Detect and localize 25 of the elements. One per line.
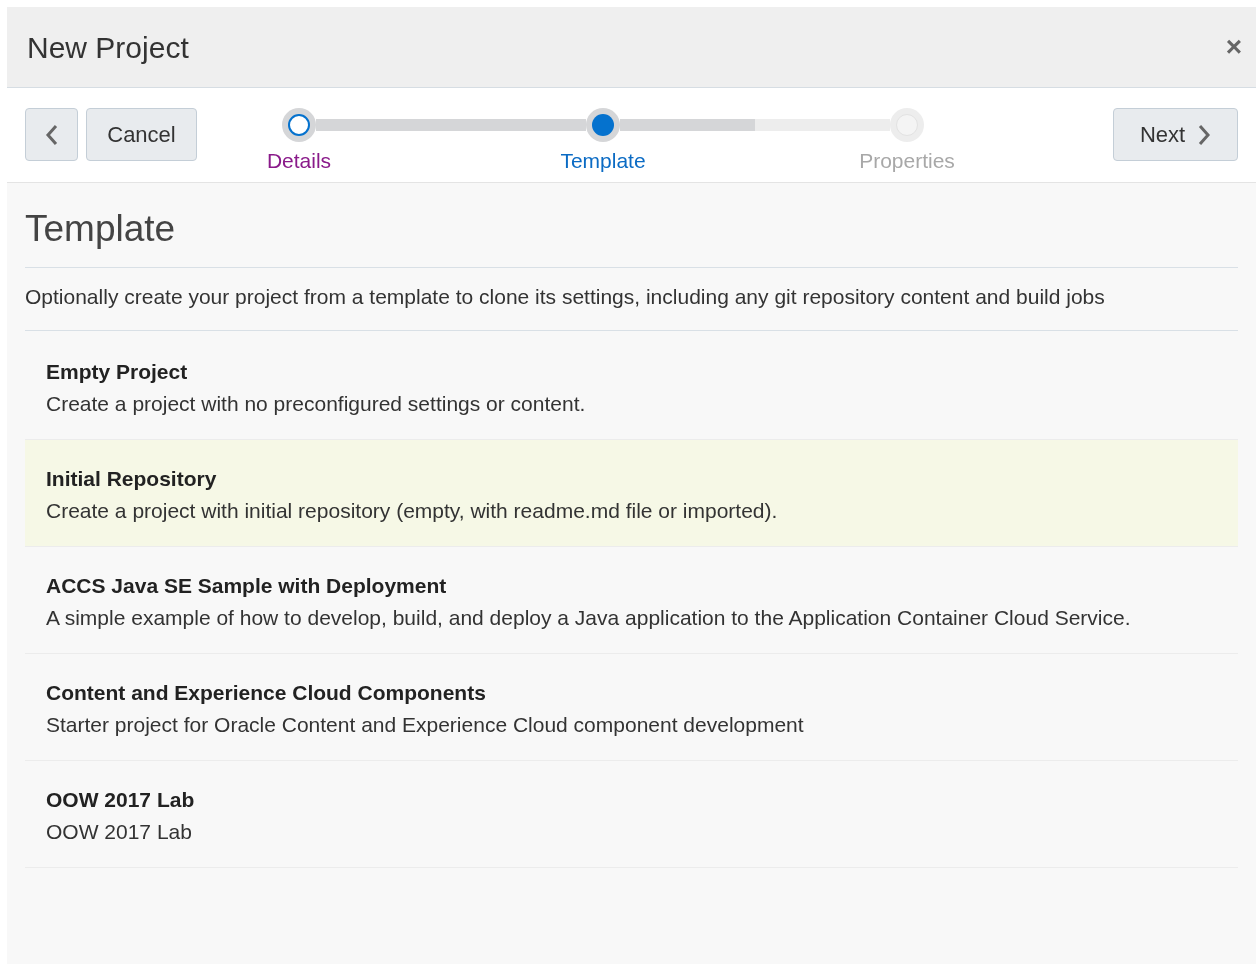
cancel-button[interactable]: Cancel bbox=[86, 108, 197, 161]
section-heading: Template bbox=[25, 201, 1238, 268]
template-name: Empty Project bbox=[46, 358, 189, 385]
template-description: Create a project with no preconfigured settings or content. bbox=[46, 390, 587, 417]
template-item[interactable]: Initial Repository Create a project with initial repository (empty, with readme.md file or imported). bbox=[25, 439, 1238, 547]
template-name: Content and Experience Cloud Components bbox=[46, 679, 487, 706]
step-marker-ring[interactable] bbox=[586, 108, 620, 142]
template-description: A simple example of how to develop, build, and deploy a Java application to the Application Container Cloud Service. bbox=[46, 604, 1132, 631]
back-button[interactable] bbox=[25, 108, 78, 161]
step-label: Properties bbox=[859, 148, 955, 174]
chevron-left-icon bbox=[44, 123, 59, 146]
template-description: OOW 2017 Lab bbox=[46, 818, 193, 845]
template-name: OOW 2017 Lab bbox=[46, 786, 196, 813]
next-button[interactable]: Next bbox=[1113, 108, 1238, 161]
template-description: Create a project with initial repository (empty, with readme.md file or imported). bbox=[46, 497, 779, 524]
chevron-right-icon bbox=[1197, 123, 1212, 146]
step-marker-ring[interactable] bbox=[282, 108, 316, 142]
template-name: ACCS Java SE Sample with Deployment bbox=[46, 572, 448, 599]
template-name: Initial Repository bbox=[46, 465, 218, 492]
dialog-title: New Project bbox=[27, 29, 189, 66]
step-label[interactable]: Template bbox=[560, 145, 646, 177]
section-description: Optionally create your project from a template to clone its settings, including any git repository content and build jobs bbox=[25, 267, 1238, 331]
template-description: Starter project for Oracle Content and Experience Cloud component development bbox=[46, 711, 805, 738]
step-label[interactable]: Details bbox=[266, 145, 332, 177]
close-button[interactable]: × bbox=[1225, 33, 1242, 61]
